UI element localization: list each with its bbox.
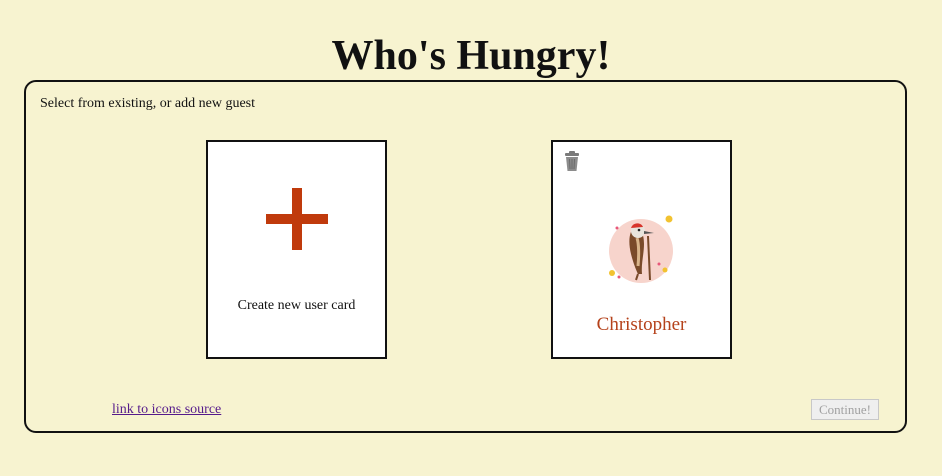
user-name: Christopher [596,314,687,335]
plus-icon [266,188,328,250]
instructions-text: Select from existing, or add new guest [40,96,256,111]
create-user-label: Create new user card [237,298,356,313]
icons-source-link[interactable]: link to icons source [112,402,221,418]
trash-icon[interactable] [563,150,581,172]
user-card-christopher[interactable]: Christopher [551,140,732,359]
guest-panel: Select from existing, or add new guest C… [24,80,907,433]
woodpecker-icon [609,215,673,283]
page-title: Who's Hungry! [331,33,611,79]
continue-button[interactable]: Continue! [811,399,879,420]
create-user-card[interactable]: Create new user card [206,140,387,359]
